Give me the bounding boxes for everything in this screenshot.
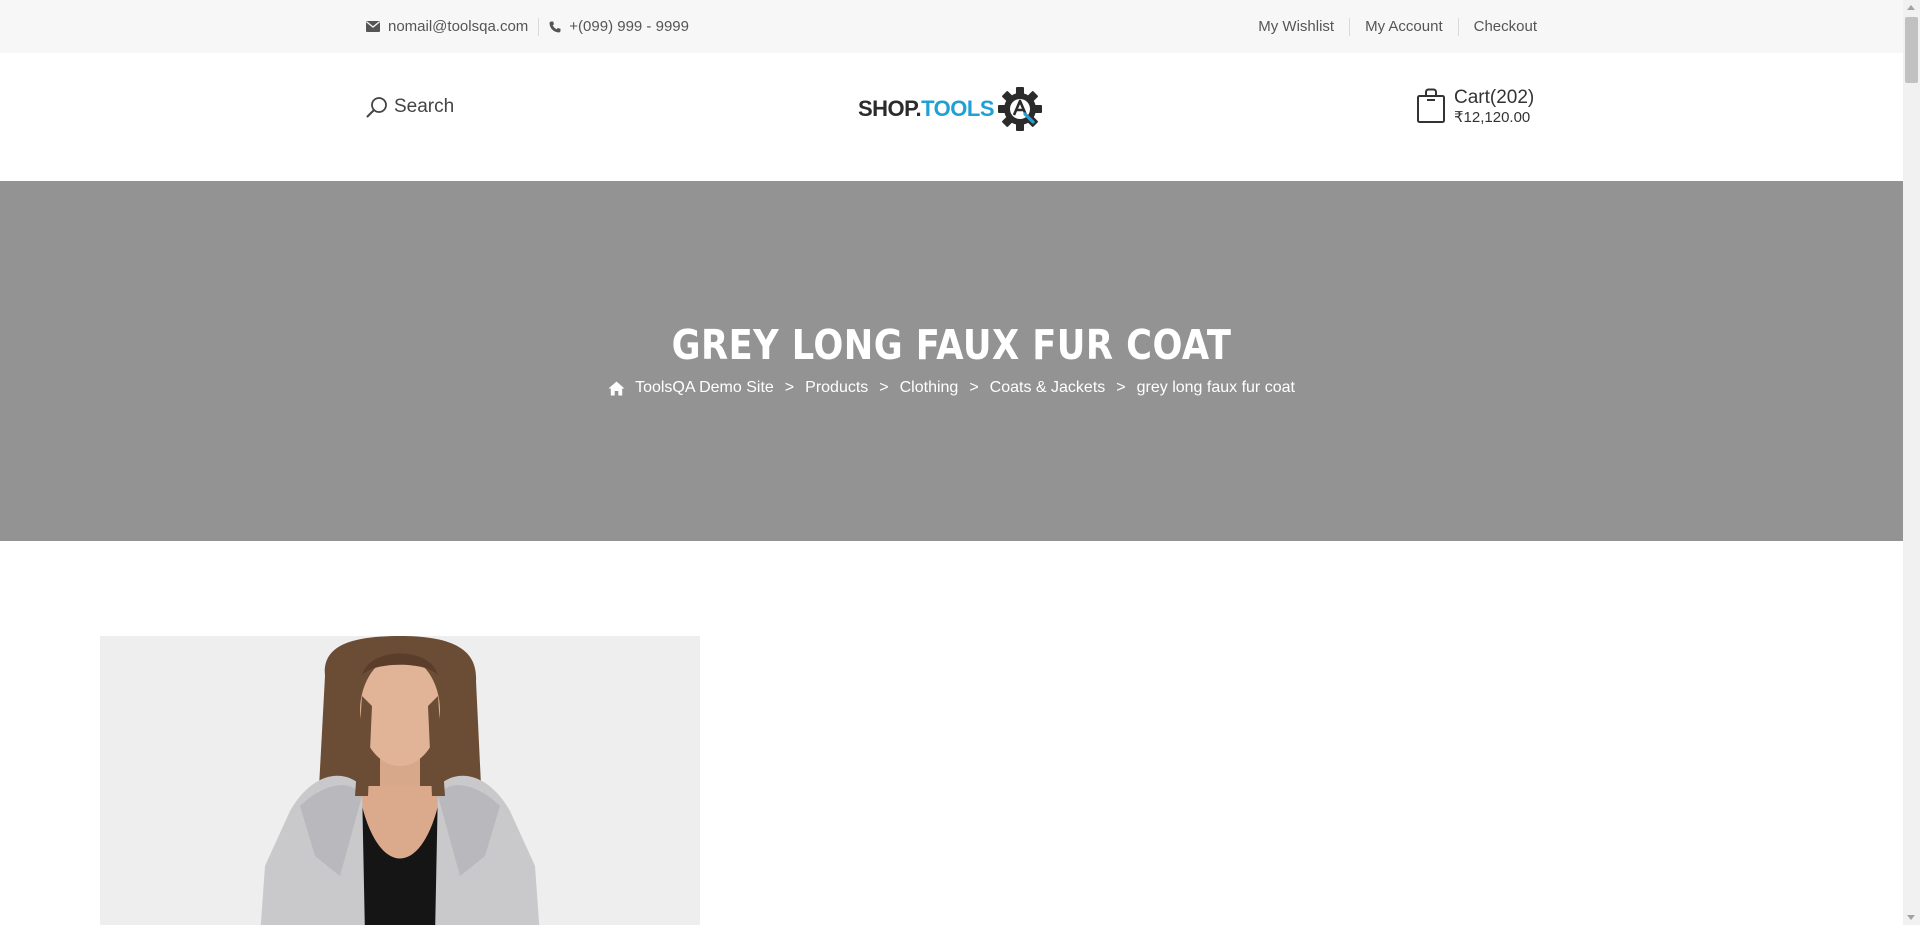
breadcrumb-separator: > (879, 379, 889, 396)
breadcrumb-item-coats-jackets[interactable]: Coats & Jackets (990, 379, 1106, 397)
page-scrollbar[interactable] (1903, 0, 1920, 925)
contact-info: nomail@toolsqa.com +(099) 999 - 9999 (366, 0, 689, 53)
breadcrumb-item-clothing[interactable]: Clothing (900, 379, 959, 397)
envelope-icon (366, 21, 380, 32)
scroll-up-icon[interactable] (1907, 5, 1915, 10)
product-photo (100, 636, 700, 925)
logo-tools-text: TOOLS (921, 96, 995, 121)
cart-count: Cart(202) (1454, 87, 1535, 108)
breadcrumb-item-home[interactable]: ToolsQA Demo Site (635, 379, 774, 397)
breadcrumb: ToolsQA Demo Site > Products > Clothing … (0, 379, 1903, 397)
checkout-link[interactable]: Checkout (1474, 18, 1537, 35)
breadcrumb-home-link[interactable] (608, 381, 625, 396)
my-account-link[interactable]: My Account (1365, 18, 1443, 35)
search-button[interactable]: Search (366, 96, 454, 118)
shopping-bag-icon (1417, 88, 1445, 123)
cart-widget[interactable]: Cart(202) ₹12,120.00 (1416, 88, 1534, 125)
email-contact[interactable]: nomail@toolsqa.com (366, 18, 528, 35)
page-banner: GREY LONG FAUX FUR COAT ToolsQA Demo Sit… (0, 181, 1903, 541)
breadcrumb-separator: > (784, 379, 795, 396)
site-header: Search SHOP. TOOLS Cart(202) ₹12,120.00 (0, 53, 1903, 181)
page: nomail@toolsqa.com +(099) 999 - 9999 My … (0, 0, 1903, 925)
account-links: My Wishlist My Account Checkout (1258, 0, 1537, 53)
email-text: nomail@toolsqa.com (388, 18, 529, 35)
scroll-down-icon[interactable] (1907, 915, 1915, 920)
search-icon (366, 97, 387, 118)
logo-shop-text: SHOP. (858, 96, 922, 121)
my-wishlist-link[interactable]: My Wishlist (1258, 18, 1334, 35)
product-image[interactable] (100, 636, 700, 925)
site-logo[interactable]: SHOP. TOOLS (858, 86, 1043, 132)
home-icon (608, 381, 625, 395)
phone-text: +(099) 999 - 9999 (569, 18, 689, 35)
scrollbar-thumb[interactable] (1905, 17, 1918, 83)
top-bar: nomail@toolsqa.com +(099) 999 - 9999 My … (0, 0, 1903, 54)
divider (1349, 17, 1351, 36)
phone-icon (549, 21, 561, 32)
breadcrumb-separator: > (969, 379, 979, 396)
page-title: GREY LONG FAUX FUR COAT (671, 321, 1232, 369)
phone-contact[interactable]: +(099) 999 - 9999 (549, 18, 689, 35)
breadcrumb-separator: > (1116, 379, 1126, 396)
cart-summary: Cart(202) ₹12,120.00 (1454, 88, 1534, 125)
gear-icon (998, 87, 1043, 131)
search-label: Search (394, 96, 455, 117)
divider (1457, 17, 1459, 36)
breadcrumb-item-products[interactable]: Products (805, 379, 868, 397)
cart-total: ₹12,120.00 (1454, 109, 1531, 126)
breadcrumb-current: grey long faux fur coat (1136, 379, 1295, 396)
divider (538, 17, 540, 36)
